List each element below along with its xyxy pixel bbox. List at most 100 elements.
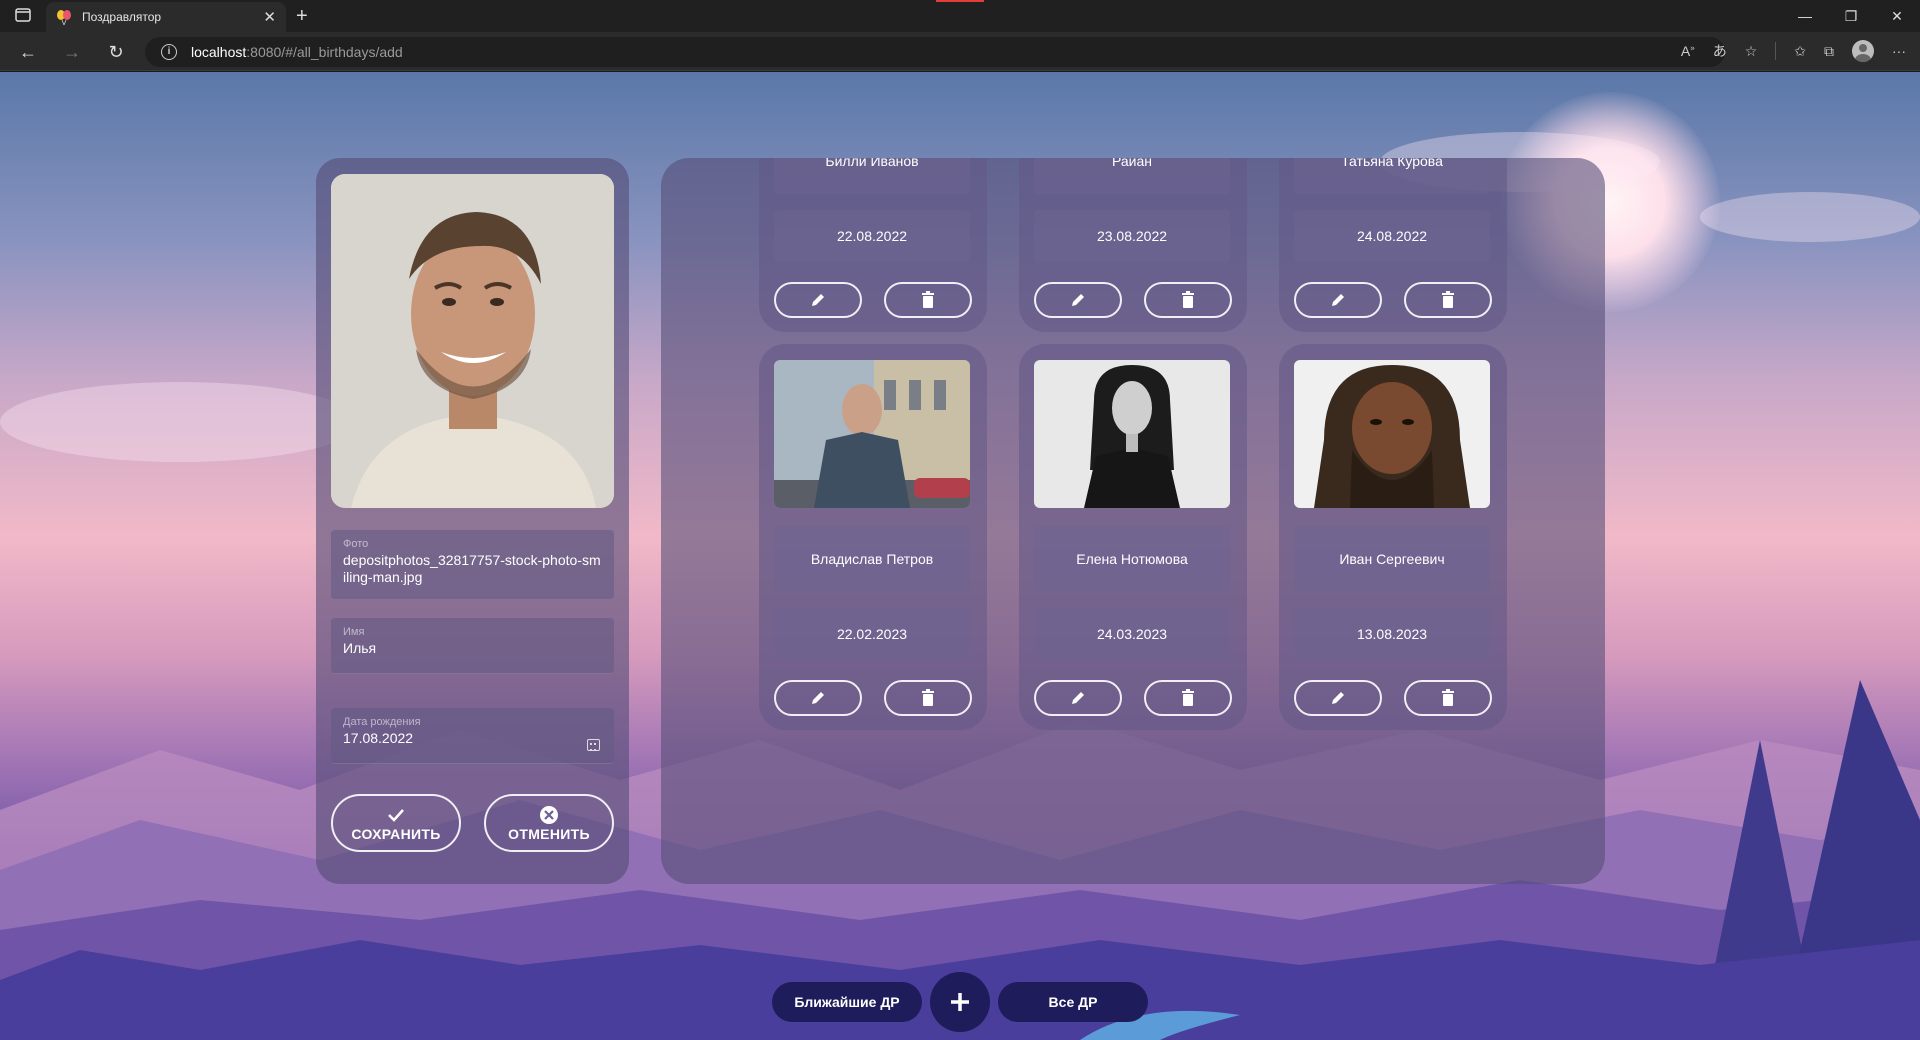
birthday-card: Владислав Петров 22.02.2023	[759, 344, 987, 730]
edit-button[interactable]	[1294, 282, 1382, 318]
trash-icon	[922, 689, 934, 706]
edit-button[interactable]	[774, 680, 862, 716]
delete-button[interactable]	[1404, 282, 1492, 318]
nearest-birthdays-button[interactable]: Ближайшие ДР	[772, 982, 922, 1022]
save-button[interactable]: СОХРАНИТЬ	[331, 794, 461, 852]
card-date: 22.02.2023	[774, 608, 970, 660]
birthdate-field-value: 17.08.2022	[343, 730, 414, 746]
card-name: Иван Сергеевич	[1294, 526, 1490, 592]
all-birthdays-button[interactable]: Все ДР	[998, 982, 1148, 1022]
trash-icon	[1182, 291, 1194, 308]
name-field[interactable]: Имя Илья	[331, 618, 614, 674]
window-controls: — ❐ ✕	[1782, 0, 1920, 32]
reload-icon[interactable]: ↻	[104, 40, 128, 64]
card-name: Райан	[1034, 158, 1230, 194]
pencil-icon	[812, 294, 824, 306]
name-field-label: Имя	[343, 626, 365, 638]
restore-icon[interactable]: ❐	[1828, 0, 1874, 32]
forward-icon[interactable]: →	[60, 40, 84, 64]
card-photo	[1034, 360, 1230, 508]
card-photo	[774, 360, 970, 508]
site-info-icon[interactable]: i	[161, 44, 177, 60]
browser-tabbar: Поздравлятор ✕ + — ❐ ✕	[0, 0, 1920, 32]
edit-button[interactable]	[1034, 282, 1122, 318]
photo-field-value: depositphotos_32817757-stock-photo-smili…	[343, 552, 601, 585]
translate-icon[interactable]: あ	[1713, 41, 1727, 61]
add-birthday-button[interactable]	[930, 972, 990, 1032]
delete-button[interactable]	[1404, 680, 1492, 716]
new-tab-icon[interactable]: +	[296, 5, 308, 28]
card-date: 13.08.2023	[1294, 608, 1490, 660]
card-name: Билли Иванов	[774, 158, 970, 194]
birthdate-field[interactable]: Дата рождения 17.08.2022	[331, 708, 614, 764]
trash-icon	[1442, 689, 1454, 706]
cloud-decoration	[0, 382, 360, 462]
birthday-card: Елена Нотюмова 24.03.2023	[1019, 344, 1247, 730]
pencil-icon	[1332, 692, 1344, 704]
back-icon[interactable]: ←	[16, 40, 40, 64]
card-photo	[1294, 360, 1490, 508]
birthday-card: Райан 23.08.2022	[1019, 158, 1247, 332]
cancel-circle-icon	[539, 805, 559, 825]
cancel-button[interactable]: ОТМЕНИТЬ	[484, 794, 614, 852]
pencil-icon	[1332, 294, 1344, 306]
trash-icon	[1442, 291, 1454, 308]
add-favorite-icon[interactable]: ☆	[1745, 43, 1758, 60]
recording-indicator	[936, 0, 984, 2]
edit-button[interactable]	[1294, 680, 1382, 716]
delete-button[interactable]	[884, 680, 972, 716]
favorites-icon[interactable]: ✩	[1794, 43, 1806, 60]
photo-field-label: Фото	[343, 538, 369, 550]
close-window-icon[interactable]: ✕	[1874, 0, 1920, 32]
toolbar-divider	[1775, 42, 1777, 60]
card-date: 24.08.2022	[1294, 210, 1490, 262]
delete-button[interactable]	[884, 282, 972, 318]
birthday-editor-panel: Фото depositphotos_32817757-stock-photo-…	[316, 158, 629, 884]
card-name: Елена Нотюмова	[1034, 526, 1230, 592]
card-date: 22.08.2022	[774, 210, 970, 262]
close-tab-icon[interactable]: ✕	[263, 8, 276, 26]
url-path: :8080/#/all_birthdays/add	[246, 44, 403, 60]
profile-avatar-icon[interactable]	[1852, 40, 1874, 62]
calendar-icon[interactable]	[587, 739, 600, 751]
birthday-card: Иван Сергеевич 13.08.2023	[1279, 344, 1507, 730]
pencil-icon	[1072, 692, 1084, 704]
cancel-button-label: ОТМЕНИТЬ	[508, 825, 590, 842]
url-field[interactable]: i localhost:8080/#/all_birthdays/add	[145, 37, 1725, 67]
delete-button[interactable]	[1144, 680, 1232, 716]
tab-actions-icon[interactable]	[14, 6, 32, 24]
person-photo-preview	[331, 174, 614, 508]
birthday-card: Татьяна Курова 24.08.2022	[1279, 158, 1507, 332]
all-birthdays-label: Все ДР	[1048, 994, 1098, 1010]
trash-icon	[922, 291, 934, 308]
address-bar-row: ← → ↻ i localhost:8080/#/all_birthdays/a…	[0, 32, 1920, 71]
delete-button[interactable]	[1144, 282, 1232, 318]
card-name: Владислав Петров	[774, 526, 970, 592]
birthdate-field-label: Дата рождения	[343, 716, 421, 728]
minimize-icon[interactable]: —	[1782, 0, 1828, 32]
edit-button[interactable]	[1034, 680, 1122, 716]
name-field-value: Илья	[343, 640, 377, 656]
photo-field[interactable]: Фото depositphotos_32817757-stock-photo-…	[331, 530, 614, 600]
more-menu-icon[interactable]: ···	[1892, 43, 1906, 59]
plus-icon	[951, 993, 969, 1011]
save-button-label: СОХРАНИТЬ	[351, 825, 441, 842]
birthday-card: Билли Иванов 22.08.2022	[759, 158, 987, 332]
cloud-decoration	[1700, 192, 1920, 242]
trash-icon	[1182, 689, 1194, 706]
smiling-man-photo	[331, 174, 614, 508]
page-background: Фото depositphotos_32817757-stock-photo-…	[0, 72, 1920, 1040]
birthdays-list-panel: Билли Иванов 22.08.2022 Райан 23.08.2022…	[661, 158, 1605, 884]
card-date: 23.08.2022	[1034, 210, 1230, 262]
edit-button[interactable]	[774, 282, 862, 318]
tab-title: Поздравлятор	[82, 10, 162, 24]
browser-tab[interactable]: Поздравлятор ✕	[46, 2, 286, 32]
card-date: 24.03.2023	[1034, 608, 1230, 660]
card-name: Татьяна Курова	[1294, 158, 1490, 194]
read-aloud-icon[interactable]: A»	[1681, 43, 1695, 59]
pencil-icon	[1072, 294, 1084, 306]
balloons-favicon-icon	[57, 10, 71, 25]
collections-icon[interactable]: ⧉	[1824, 43, 1834, 60]
pencil-icon	[812, 692, 824, 704]
check-icon	[387, 805, 405, 825]
